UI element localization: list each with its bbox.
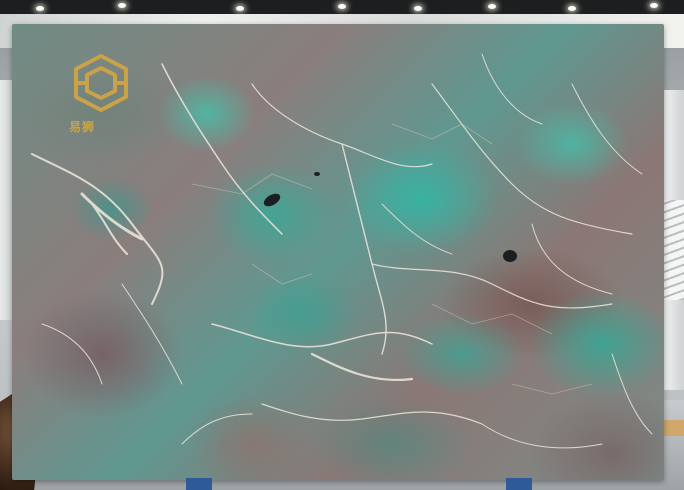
ceiling-light [650,3,658,8]
hexagon-emblem-logo-icon [74,54,128,112]
ceiling-light [488,4,496,9]
stone-slab: 易狮 [12,24,664,480]
ceiling-light [36,6,44,11]
ceiling-light [568,6,576,11]
ceiling-light [118,3,126,8]
ceiling-light [338,4,346,9]
logo-text: 易狮 [69,120,96,134]
photo-scene: 易狮 [0,0,684,490]
ceiling-light [414,6,422,11]
ceiling-light [236,6,244,11]
stand-foot [506,478,532,490]
stand-foot [186,478,212,490]
